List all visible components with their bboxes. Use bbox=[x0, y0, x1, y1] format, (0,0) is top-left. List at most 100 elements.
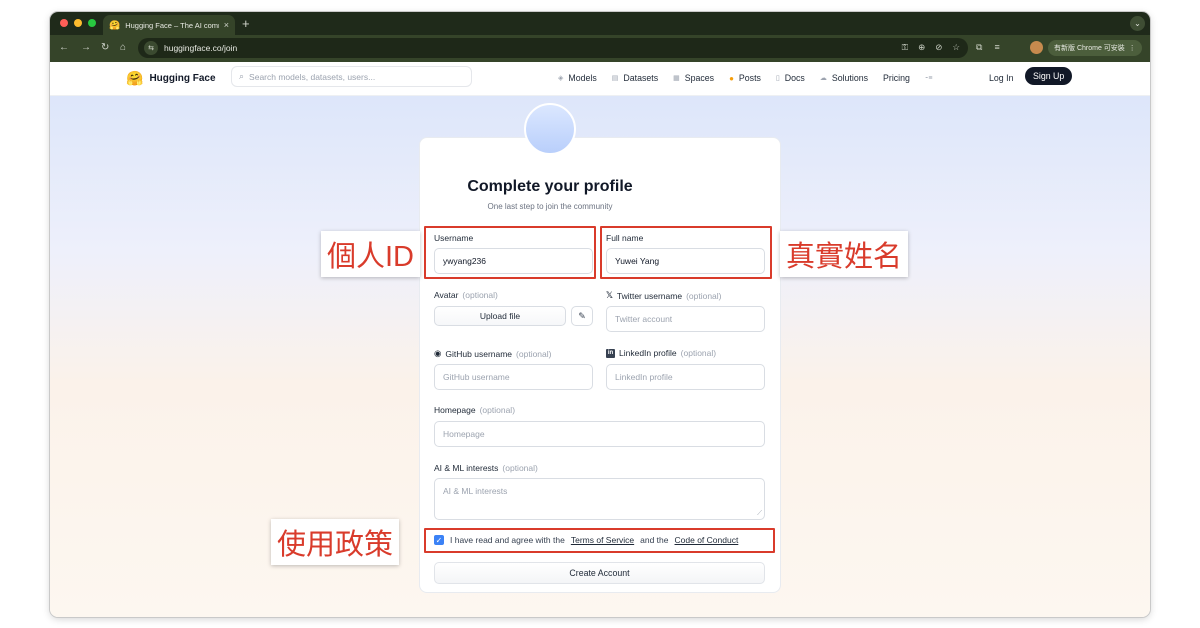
bookmark-star-icon[interactable]: ☆ bbox=[952, 42, 960, 53]
signup-button[interactable]: Sign Up bbox=[1025, 67, 1073, 85]
tab-close-icon[interactable]: × bbox=[224, 20, 229, 30]
nav-more-menu-icon[interactable]: ⁃≡ bbox=[925, 74, 933, 82]
avatar-label: Avatar (optional) bbox=[434, 290, 498, 300]
eye-off-icon[interactable]: ⊘ bbox=[935, 42, 942, 53]
forward-arrow-icon[interactable]: → bbox=[81, 42, 91, 53]
tab-title: Hugging Face – The AI comm bbox=[125, 20, 219, 30]
browser-tab[interactable]: 🤗 Hugging Face – The AI comm × bbox=[103, 15, 235, 35]
magic-wand-icon[interactable]: ✎ bbox=[571, 306, 593, 326]
site-info-icon[interactable]: ⇆ bbox=[144, 41, 158, 55]
page-subtitle: One last step to join the community bbox=[487, 202, 613, 211]
label-text: LinkedIn profile bbox=[619, 348, 677, 358]
callout-real-name: 真實姓名 bbox=[780, 231, 909, 277]
home-icon[interactable]: ⌂ bbox=[120, 42, 126, 53]
optional-hint: (optional) bbox=[502, 463, 538, 473]
create-account-button[interactable]: Create Account bbox=[434, 562, 765, 584]
maximize-window-button[interactable] bbox=[88, 19, 96, 27]
label-text: Twitter username bbox=[616, 290, 683, 301]
login-link[interactable]: Log In bbox=[989, 73, 1013, 83]
posts-icon: ● bbox=[729, 73, 734, 83]
profile-avatar[interactable] bbox=[1030, 41, 1043, 54]
linkedin-icon: in bbox=[606, 348, 615, 358]
twitter-label: 𝕏 Twitter username (optional) bbox=[606, 290, 722, 301]
toolbar-right-icons: ⧉ ≡ bbox=[976, 42, 1000, 53]
search-icon: ⌕ bbox=[239, 71, 245, 81]
zoom-icon[interactable]: ⊕ bbox=[918, 42, 925, 53]
label-text: GitHub username bbox=[445, 348, 513, 359]
nav-item-pricing[interactable]: Pricing bbox=[883, 73, 910, 83]
optional-hint: (optional) bbox=[462, 290, 498, 300]
back-arrow-icon[interactable]: ← bbox=[59, 42, 69, 53]
nav-item-docs[interactable]: ▯ Docs bbox=[776, 73, 805, 83]
callout-personal-id: 個人ID bbox=[321, 231, 421, 277]
nav-item-posts[interactable]: ● Posts bbox=[729, 73, 761, 83]
tab-search-chevron-icon[interactable]: ⌄ bbox=[1130, 16, 1145, 31]
label-text: AI & ML interests bbox=[434, 463, 499, 473]
close-window-button[interactable] bbox=[60, 19, 68, 27]
main-nav: ◈ Models ▤ Datasets ▦ Spaces ● Posts ▯ Docs ☁… bbox=[558, 73, 933, 83]
page-title: Complete your profile bbox=[467, 178, 633, 195]
github-placeholder: GitHub username bbox=[443, 372, 510, 382]
logo-text: Hugging Face bbox=[149, 73, 216, 84]
terms-highlight bbox=[424, 528, 775, 553]
twitter-input[interactable]: Twitter account bbox=[606, 306, 765, 332]
resize-handle-icon[interactable]: ⟋ bbox=[757, 510, 762, 518]
optional-hint: (optional) bbox=[680, 348, 717, 358]
homepage-placeholder: Homepage bbox=[443, 429, 485, 439]
nav-item-models[interactable]: ◈ Models bbox=[558, 73, 597, 83]
x-logo-icon: 𝕏 bbox=[606, 290, 613, 300]
optional-hint: (optional) bbox=[479, 405, 516, 415]
tab-strip: 🤗 Hugging Face – The AI comm × + ⌄ bbox=[50, 12, 1150, 35]
linkedin-label: in LinkedIn profile (optional) bbox=[606, 348, 716, 358]
nav-label: Pricing bbox=[883, 73, 910, 83]
new-tab-button[interactable]: + bbox=[242, 16, 250, 31]
address-bar[interactable]: ⇆ huggingface.co/join ⚿ ⊕ ⊘ ☆ bbox=[138, 38, 968, 58]
nav-label: Spaces bbox=[684, 73, 715, 83]
search-placeholder: Search models, datasets, users... bbox=[249, 71, 376, 82]
interests-label: AI & ML interests (optional) bbox=[434, 463, 538, 473]
site-header: 🤗 Hugging Face ⌕ Search models, datasets… bbox=[50, 62, 1150, 96]
nav-item-solutions[interactable]: ☁ Solutions bbox=[820, 73, 868, 83]
minimize-window-button[interactable] bbox=[74, 19, 82, 27]
search-input[interactable]: ⌕ Search models, datasets, users... bbox=[231, 66, 472, 87]
window-controls bbox=[60, 19, 96, 27]
github-icon: ◉ bbox=[434, 348, 442, 358]
spaces-icon: ▦ bbox=[673, 75, 680, 82]
homepage-label: Homepage (optional) bbox=[434, 405, 515, 415]
twitter-placeholder: Twitter account bbox=[615, 314, 673, 324]
upload-file-button[interactable]: Upload file bbox=[434, 306, 566, 326]
interests-placeholder: AI & ML interests bbox=[443, 486, 508, 496]
models-icon: ◈ bbox=[558, 75, 564, 82]
key-icon[interactable]: ⚿ bbox=[902, 42, 908, 53]
linkedin-placeholder: LinkedIn profile bbox=[615, 372, 673, 382]
solutions-icon: ☁ bbox=[819, 75, 827, 82]
reading-list-icon[interactable]: ≡ bbox=[994, 42, 999, 53]
nav-label: Solutions bbox=[831, 73, 869, 83]
github-label: ◉ GitHub username (optional) bbox=[434, 348, 551, 359]
homepage-input[interactable]: Homepage bbox=[434, 421, 765, 447]
nav-label: Posts bbox=[738, 73, 761, 83]
nav-label: Datasets bbox=[623, 73, 659, 83]
reload-icon[interactable]: ↻ bbox=[101, 42, 109, 53]
optional-hint: (optional) bbox=[686, 290, 722, 301]
label-text: Homepage bbox=[434, 405, 476, 415]
chrome-update-button[interactable]: 有新版 Chrome 可安裝 ⋮ bbox=[1048, 40, 1142, 56]
nav-item-datasets[interactable]: ▤ Datasets bbox=[612, 73, 658, 83]
docs-icon: ▯ bbox=[775, 75, 780, 82]
address-bar-actions: ⚿ ⊕ ⊘ ☆ bbox=[902, 42, 960, 53]
label-text: Avatar bbox=[434, 290, 459, 300]
linkedin-input[interactable]: LinkedIn profile bbox=[606, 364, 765, 390]
update-label: 有新版 Chrome 可安裝 bbox=[1054, 45, 1125, 52]
browser-toolbar: ← → ↻ ⌂ ⇆ huggingface.co/join ⚿ ⊕ ⊘ ☆ ⧉ … bbox=[50, 35, 1150, 62]
site-logo[interactable]: 🤗 Hugging Face bbox=[126, 70, 216, 87]
hugging-face-logo-icon: 🤗 bbox=[126, 70, 144, 86]
hugging-face-favicon-icon: 🤗 bbox=[109, 19, 121, 30]
extensions-icon[interactable]: ⧉ bbox=[976, 42, 982, 53]
callout-usage-policy: 使用政策 bbox=[271, 519, 400, 565]
avatar-placeholder bbox=[524, 103, 576, 155]
github-input[interactable]: GitHub username bbox=[434, 364, 593, 390]
nav-item-spaces[interactable]: ▦ Spaces bbox=[673, 73, 714, 83]
optional-hint: (optional) bbox=[516, 348, 552, 359]
interests-textarea[interactable]: AI & ML interests ⟋ bbox=[434, 478, 765, 520]
more-menu-icon: ⋮ bbox=[1128, 45, 1136, 52]
